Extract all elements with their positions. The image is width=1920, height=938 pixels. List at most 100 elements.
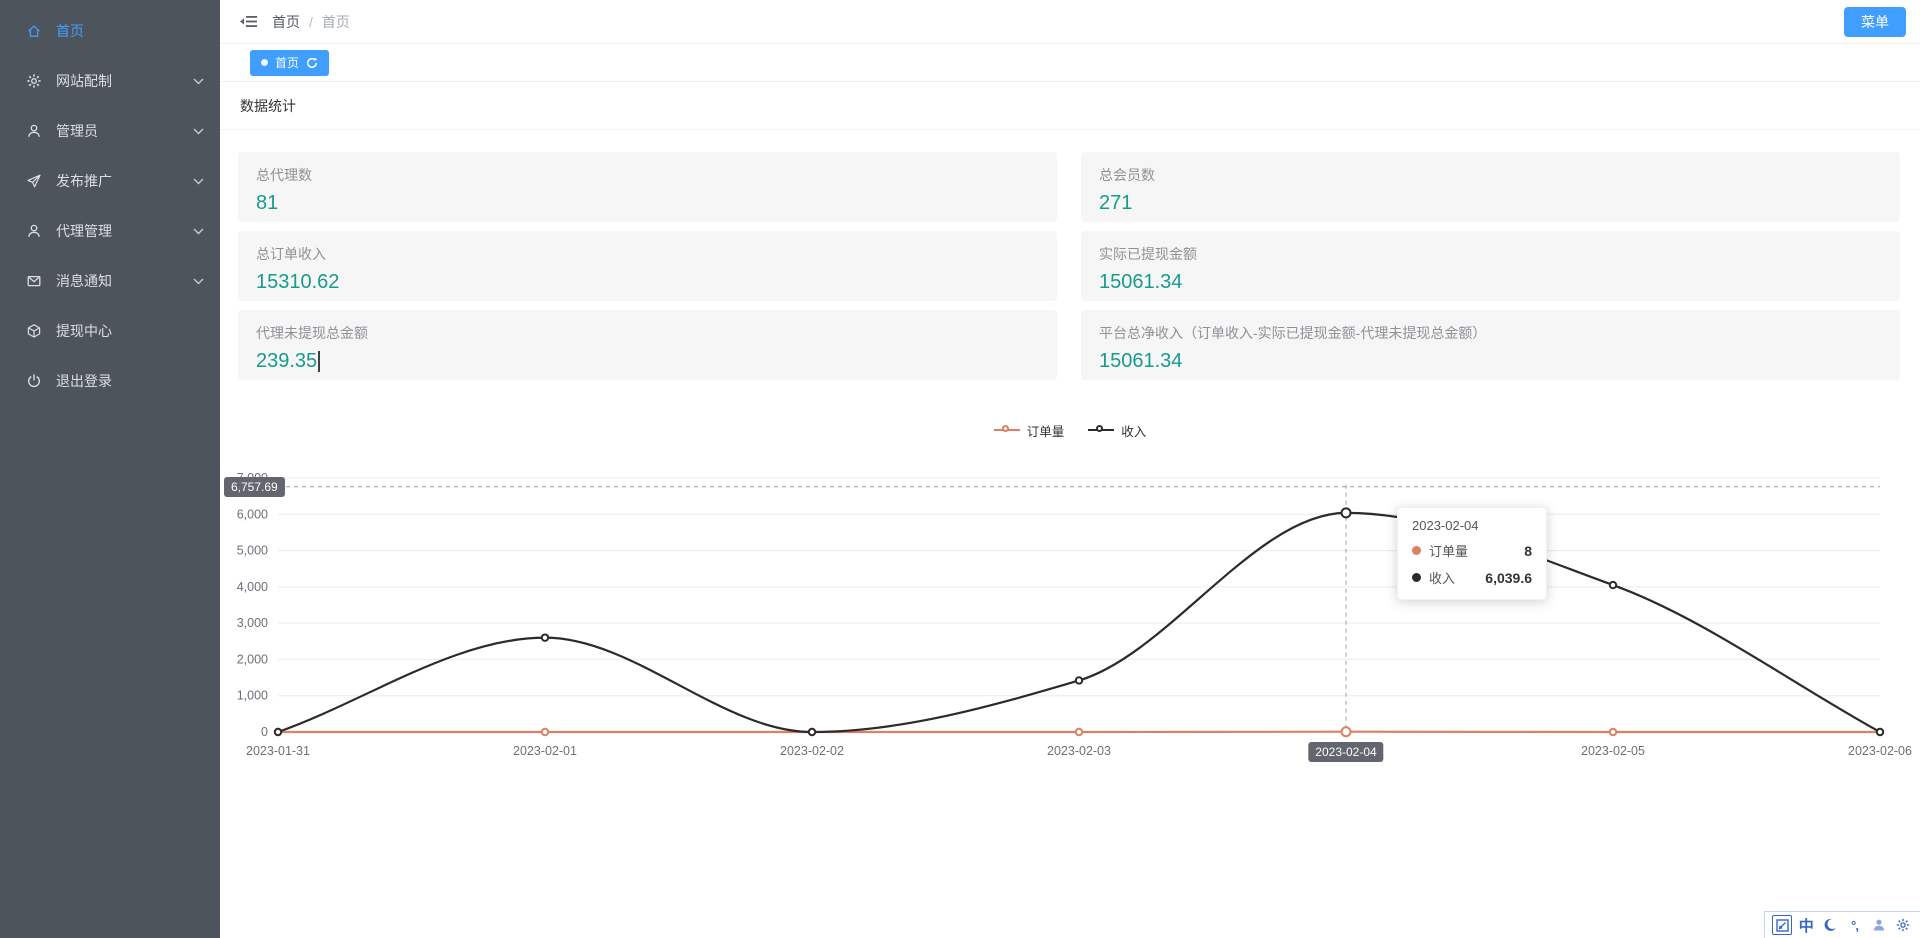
ime-chinese-mode-icon[interactable]: 中 (1796, 915, 1816, 935)
legend-line-icon (1088, 425, 1114, 436)
chart-legend: 订单量 收入 (220, 420, 1920, 440)
stat-label: 平台总净收入（订单收入-实际已提现金额-代理未提现总金额） (1099, 323, 1882, 343)
y-tick-label: 0 (261, 725, 268, 739)
user-icon (26, 123, 43, 140)
menu-button[interactable]: 菜单 (1844, 7, 1906, 37)
breadcrumb: 首页 / 首页 (272, 12, 350, 32)
chart-canvas: 01,0002,0003,0004,0005,0006,0007,0002023… (220, 452, 1920, 774)
data-point[interactable] (1610, 582, 1616, 588)
chart-section: 订单量收入 01,0002,0003,0004,0005,0006,0007,0… (220, 420, 1920, 774)
x-axis-pointer-badge: 2023-02-04 (1308, 742, 1383, 762)
ime-moon-icon[interactable] (1820, 915, 1840, 935)
x-tick-label: 2023-02-06 (1848, 744, 1912, 758)
line-chart[interactable]: 01,0002,0003,0004,0005,0006,0007,0002023… (220, 452, 1920, 774)
chevron-down-icon (193, 178, 204, 185)
sidebar-item-logout[interactable]: 退出登录 (0, 356, 220, 406)
tab-home[interactable]: 首页 (250, 50, 329, 76)
stat-value: 81 (256, 192, 278, 215)
ime-punctuation-icon[interactable]: °, (1845, 915, 1865, 935)
y-tick-label: 3,000 (237, 616, 268, 630)
y-tick-label: 5,000 (237, 544, 268, 558)
data-point[interactable] (542, 634, 548, 640)
data-point[interactable] (1076, 677, 1082, 683)
tab-active-dot-icon (261, 59, 268, 66)
sidebar-item-label: 消息通知 (56, 271, 112, 291)
cube-icon (26, 323, 43, 340)
sidebar-item-site-config[interactable]: 网站配制 (0, 56, 220, 106)
y-axis-pointer-badge: 6,757.69 (224, 477, 285, 497)
chevron-down-icon (193, 278, 204, 285)
chart-tooltip: 2023-02-04 订单量8收入6,039.6 (1397, 507, 1547, 600)
sidebar-item-publish[interactable]: 发布推广 (0, 156, 220, 206)
data-point[interactable] (1342, 727, 1351, 736)
stat-value: 15061.34 (1099, 271, 1182, 294)
stat-card: 代理未提现总金额 239.35 (238, 310, 1057, 380)
panel-title: 数据统计 (240, 96, 296, 116)
send-icon (26, 173, 43, 190)
tooltip-series-dot (1412, 546, 1421, 555)
tooltip-series-name: 订单量 (1429, 541, 1468, 560)
stat-card: 实际已提现金额 15061.34 (1081, 231, 1900, 301)
stat-card: 总会员数271 (1081, 152, 1900, 222)
x-tick-label: 2023-02-02 (780, 744, 844, 758)
data-point[interactable] (1877, 729, 1883, 735)
topbar: 首页 / 首页 菜单 (220, 0, 1920, 44)
home-icon (26, 23, 43, 40)
stat-value: 239.35 (256, 350, 317, 373)
sidebar-item-withdraw[interactable]: 提现中心 (0, 306, 220, 356)
sidebar-item-label: 管理员 (56, 121, 98, 141)
stat-label: 总代理数 (256, 165, 1039, 185)
y-tick-label: 4,000 (237, 580, 268, 594)
stat-card: 总订单收入15310.62 (238, 231, 1057, 301)
legend-item-revenue[interactable]: 收入 (1088, 421, 1146, 440)
data-point[interactable] (275, 729, 281, 735)
sidebar-item-label: 退出登录 (56, 371, 112, 391)
text-cursor (318, 351, 320, 372)
y-tick-label: 6,000 (237, 507, 268, 521)
panel-header: 数据统计 (220, 82, 1920, 130)
tooltip-series-value: 8 (1524, 543, 1532, 559)
data-point[interactable] (542, 729, 548, 735)
stat-card: 总代理数 81 (238, 152, 1057, 222)
x-tick-label: 2023-02-05 (1581, 744, 1645, 758)
ime-gear-icon[interactable] (1893, 915, 1913, 935)
tooltip-row: 收入6,039.6 (1412, 568, 1532, 587)
legend-line-icon (994, 425, 1020, 436)
legend-label: 收入 (1121, 421, 1146, 440)
chevron-down-icon (193, 78, 204, 85)
tooltip-series-dot (1412, 573, 1421, 582)
legend-item-orders[interactable]: 订单量 (994, 421, 1065, 440)
y-tick-label: 2,000 (237, 652, 268, 666)
sidebar-item-home[interactable]: 首页 (0, 6, 220, 56)
sidebar-item-message[interactable]: 消息通知 (0, 256, 220, 306)
series-line-收入 (278, 513, 1880, 732)
breadcrumb-home[interactable]: 首页 (272, 12, 300, 32)
power-icon (26, 373, 43, 390)
legend-label: 订单量 (1027, 421, 1065, 440)
stats-grid: 总代理数 81 总会员数271 总订单收入15310.62 实际已提现金额 15061.3… (220, 130, 1920, 380)
stat-label: 实际已提现金额 (1099, 244, 1882, 264)
collapse-sidebar-icon[interactable] (240, 14, 258, 29)
sidebar-item-admin[interactable]: 管理员 (0, 106, 220, 156)
ime-toolbar: 中 °, (1764, 911, 1920, 938)
breadcrumb-current: 首页 (322, 12, 350, 32)
sidebar-item-label: 提现中心 (56, 321, 112, 341)
data-point[interactable] (1342, 508, 1351, 517)
sidebar-item-agent[interactable]: 代理管理 (0, 206, 220, 256)
x-tick-label: 2023-01-31 (246, 744, 310, 758)
stat-label: 代理未提现总金额 (256, 323, 1039, 343)
data-point[interactable] (809, 729, 815, 735)
mail-icon (26, 273, 43, 290)
x-tick-label: 2023-02-01 (513, 744, 577, 758)
data-point[interactable] (1610, 729, 1616, 735)
x-tick-label: 2023-02-03 (1047, 744, 1111, 758)
refresh-icon[interactable] (306, 57, 318, 69)
chevron-down-icon (193, 228, 204, 235)
stat-value: 15310.62 (256, 271, 339, 294)
stat-label: 总会员数 (1099, 165, 1882, 185)
data-point[interactable] (1076, 729, 1082, 735)
ime-user-icon[interactable] (1869, 915, 1889, 935)
ime-handwriting-icon[interactable] (1772, 915, 1792, 935)
tooltip-series-name: 收入 (1429, 568, 1455, 587)
sidebar-item-label: 代理管理 (56, 221, 112, 241)
